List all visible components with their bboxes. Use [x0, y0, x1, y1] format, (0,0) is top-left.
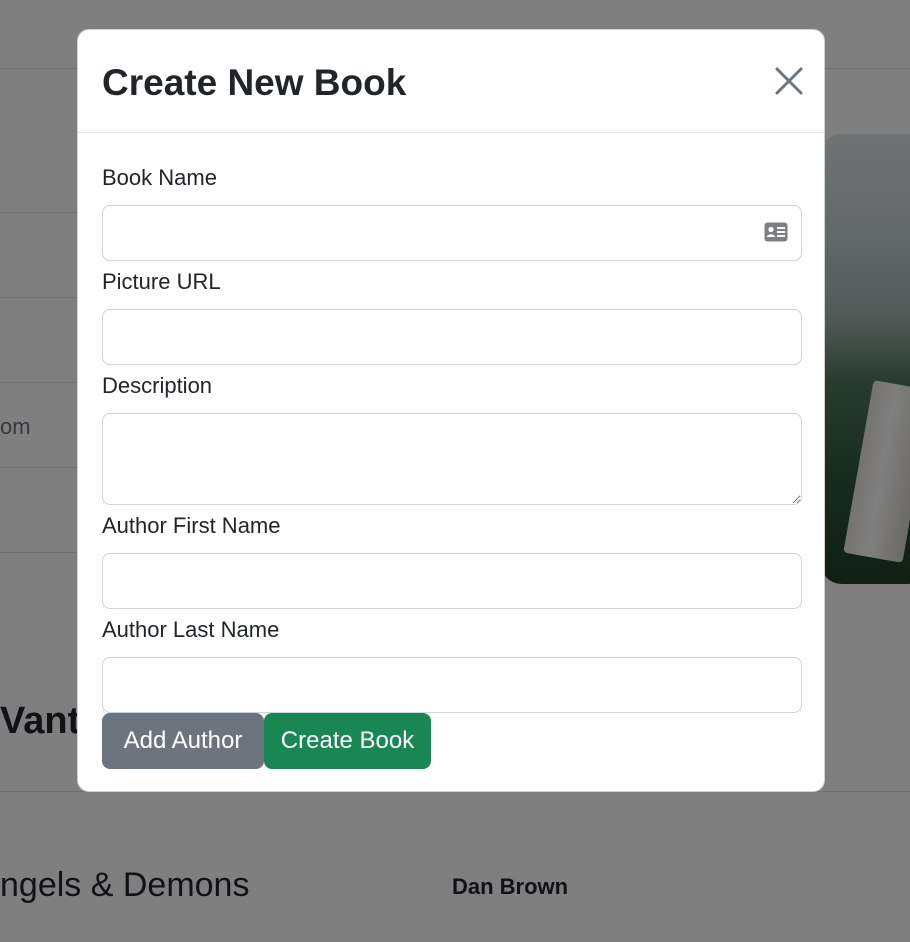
create-book-button[interactable]: Create Book — [264, 713, 431, 769]
picture-url-label: Picture URL — [102, 269, 221, 294]
author-first-name-input[interactable] — [102, 553, 802, 609]
description-textarea[interactable] — [102, 413, 802, 505]
close-icon — [775, 67, 803, 95]
book-name-input[interactable] — [102, 205, 802, 261]
contact-card-icon[interactable] — [764, 222, 788, 242]
picture-url-input[interactable] — [102, 309, 802, 365]
author-last-name-input[interactable] — [102, 657, 802, 713]
description-label: Description — [102, 373, 213, 398]
author-last-name-label: Author Last Name — [102, 617, 280, 642]
create-book-modal: Create New Book Book Name Picture URL De… — [77, 29, 825, 792]
author-first-name-label: Author First Name — [102, 513, 281, 538]
book-name-label: Book Name — [102, 165, 217, 190]
close-button[interactable] — [770, 62, 808, 100]
modal-title: Create New Book — [102, 62, 407, 103]
modal-header: Create New Book — [78, 30, 824, 133]
add-author-button[interactable]: Add Author — [102, 713, 264, 769]
